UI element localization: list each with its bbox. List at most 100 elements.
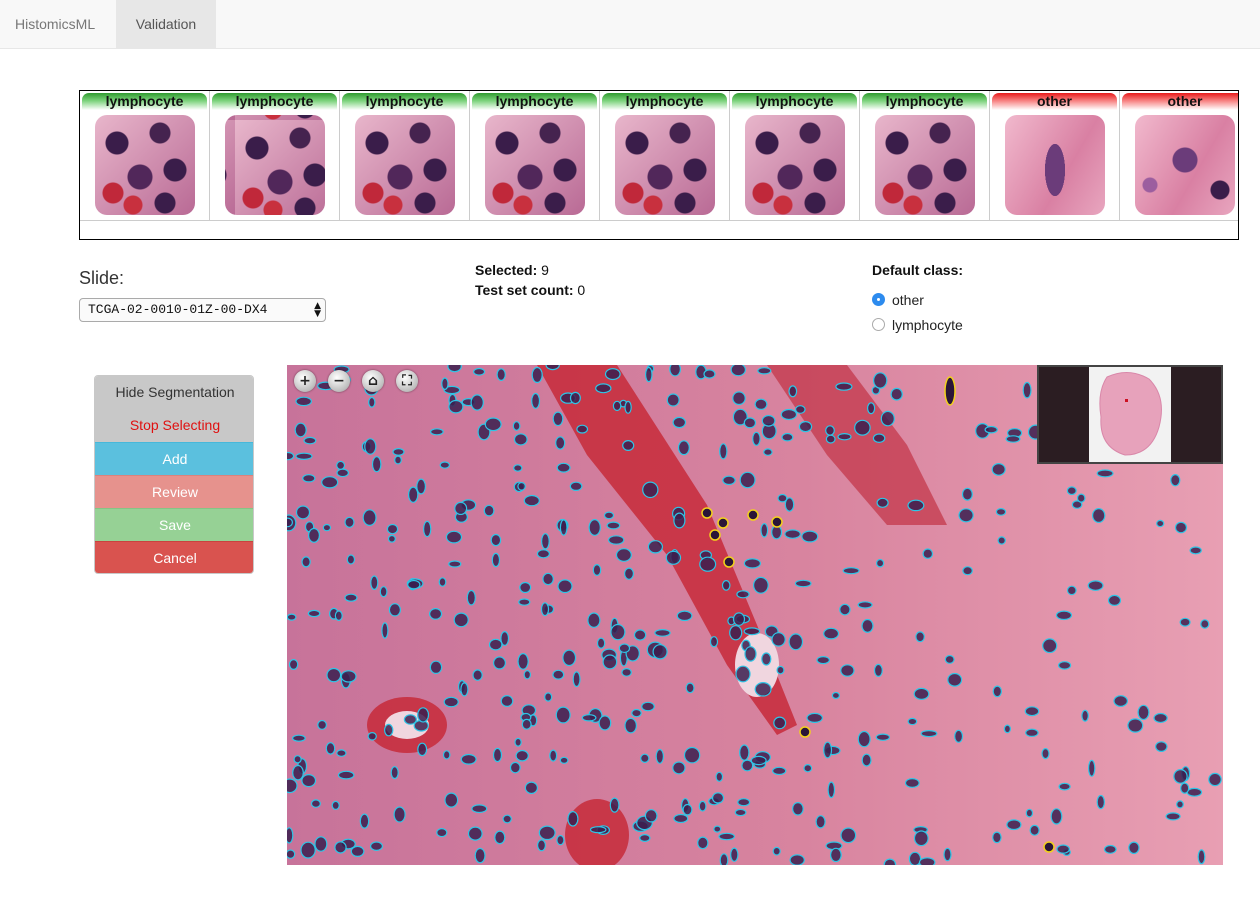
nucleus-outline[interactable] [445,530,463,544]
nucleus-outline[interactable] [639,834,651,843]
nucleus-outline[interactable] [490,533,502,547]
nucleus-outline[interactable] [721,579,731,591]
nucleus-outline[interactable] [288,659,299,671]
selected-nucleus-outline[interactable] [723,556,735,568]
nucleus-outline[interactable] [471,804,488,814]
nucleus-outline[interactable] [922,548,934,559]
nucleus-outline[interactable] [569,391,581,405]
nucleus-outline[interactable] [685,682,695,694]
sample-card[interactable]: lymphocyte [730,91,860,220]
nucleus-outline[interactable] [842,567,860,575]
nucleus-outline[interactable] [1156,519,1165,528]
nucleus-outline[interactable] [417,742,428,757]
nucleus-outline[interactable] [604,368,621,381]
zoom-in-button[interactable]: + [294,370,316,392]
sample-card[interactable]: lymphocyte [860,91,990,220]
nucleus-outline[interactable] [448,399,464,414]
nucleus-outline[interactable] [441,377,449,391]
nucleus-outline[interactable] [665,550,682,565]
nucleus-outline[interactable] [944,654,955,664]
nucleus-outline[interactable] [1127,718,1144,733]
nucleus-outline[interactable] [1180,782,1190,794]
nucleus-outline[interactable] [621,668,632,677]
nucleus-outline[interactable] [492,747,503,763]
nucleus-outline[interactable] [371,456,382,473]
nucleus-outline[interactable] [788,385,798,398]
nucleus-outline[interactable] [500,695,514,708]
nucleus-outline[interactable] [337,770,355,780]
nucleus-outline[interactable] [722,475,736,486]
nucleus-outline[interactable] [739,744,750,761]
nucleus-outline[interactable] [1128,841,1140,855]
nucleus-outline[interactable] [387,534,396,543]
nucleus-outline[interactable] [739,471,756,489]
nucleus-outline[interactable] [647,540,663,554]
nucleus-outline[interactable] [595,383,612,394]
nucleus-outline[interactable] [509,761,521,774]
nucleus-outline[interactable] [861,618,874,633]
nucleus-outline[interactable] [513,464,523,472]
nucleus-outline[interactable] [301,774,317,788]
nucleus-outline[interactable] [393,806,406,823]
nucleus-outline[interactable] [562,649,577,667]
nucleus-outline[interactable] [872,433,886,443]
nucleus-outline[interactable] [615,548,632,562]
selected-nucleus-outline[interactable] [1043,841,1055,853]
nucleus-outline[interactable] [992,685,1003,698]
nucleus-outline[interactable] [873,372,888,389]
nucleus-outline[interactable] [1081,709,1089,722]
slide-viewer[interactable]: + − ⌂ ⛶ [287,365,1223,865]
nucleus-outline[interactable] [1025,808,1034,818]
nucleus-outline[interactable] [1041,748,1050,760]
nucleus-outline[interactable] [961,487,973,501]
nucleus-outline[interactable] [422,520,432,538]
nucleus-outline[interactable] [1057,661,1072,670]
nucleus-outline[interactable] [308,527,321,543]
nucleus-outline[interactable] [1050,808,1063,825]
nucleus-outline[interactable] [907,499,925,512]
nucleus-outline[interactable] [654,629,671,637]
nucleus-outline[interactable] [1058,782,1071,791]
nucleus-outline[interactable] [301,556,311,568]
save-button[interactable]: Save [95,508,253,541]
radio-button[interactable] [872,318,885,331]
nucleus-outline[interactable] [531,392,541,409]
nucleus-outline[interactable] [545,365,560,371]
nucleus-outline[interactable] [336,460,346,471]
nucleus-outline[interactable] [857,730,871,748]
nucleus-outline[interactable] [295,452,313,461]
nucleus-outline[interactable] [587,612,601,628]
nucleus-outline[interactable] [436,828,448,838]
nucleus-outline[interactable] [572,671,581,688]
nucleus-outline[interactable] [295,396,313,407]
nucleus-outline[interactable] [913,830,929,847]
nucleus-outline[interactable] [823,741,833,759]
nucleus-outline[interactable] [1170,473,1181,487]
selected-nucleus-outline[interactable] [799,726,811,738]
nucleus-outline[interactable] [359,813,370,829]
nucleus-outline[interactable] [512,421,521,431]
nucleus-outline[interactable] [521,718,532,730]
nucleus-outline[interactable] [732,391,746,406]
nucleus-outline[interactable] [536,549,550,559]
nucleus-outline[interactable] [672,416,687,429]
nucleus-outline[interactable] [624,400,632,414]
nucleus-outline[interactable] [448,560,462,568]
nucleus-outline[interactable] [556,462,571,473]
nucleus-outline[interactable] [443,696,459,708]
nucleus-outline[interactable] [954,729,964,743]
nucleus-outline[interactable] [713,825,722,833]
sample-thumbnail[interactable] [1135,115,1235,215]
nucleus-outline[interactable] [730,365,746,377]
nucleus-outline[interactable] [754,681,772,697]
nucleus-outline[interactable] [754,398,768,411]
nucleus-outline[interactable] [603,511,615,520]
nucleus-outline[interactable] [524,781,538,795]
nucleus-outline[interactable] [736,590,750,599]
nucleus-outline[interactable] [370,575,379,590]
nucleus-outline[interactable] [1113,695,1128,707]
nucleus-outline[interactable] [576,424,589,434]
nucleus-outline[interactable] [789,854,805,865]
nucleus-outline[interactable] [1025,728,1039,737]
nucleus-outline[interactable] [559,756,569,764]
